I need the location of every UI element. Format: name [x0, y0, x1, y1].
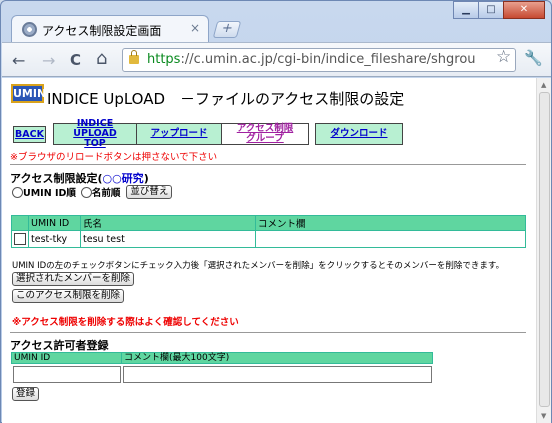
access-title-prefix: アクセス制限設定(: [10, 172, 103, 185]
minimize-button[interactable]: ▁: [453, 1, 479, 19]
project-name-link[interactable]: ○○研究: [102, 172, 143, 185]
header-name: 氏名: [80, 215, 256, 231]
forward-arrow-icon[interactable]: →: [42, 51, 55, 70]
back-link[interactable]: BACK: [13, 126, 46, 143]
sort-button[interactable]: 並び替え: [126, 185, 173, 199]
row-checkbox-cell: [11, 230, 29, 248]
comment-input[interactable]: [122, 366, 432, 383]
access-group-link[interactable]: アクセス制限 グループ: [221, 123, 309, 145]
sort-name-label: 名前順: [91, 188, 121, 199]
maximize-button[interactable]: □: [478, 1, 504, 19]
register-table-header: UMIN ID コメント欄(最大100文字): [11, 352, 433, 364]
lock-icon: [129, 50, 139, 64]
close-window-button[interactable]: ✕: [503, 1, 545, 19]
register-input-row: [12, 364, 433, 383]
row-umin-id: test-tky: [28, 230, 81, 248]
url-text: https://c.umin.ac.jp/cgi-bin/indice_file…: [147, 52, 476, 67]
delete-warning: ※アクセス制限を削除する際はよく確認してください: [12, 317, 239, 328]
reload-warning: ※ブラウザのリロードボタンは押さないで下さい: [10, 152, 218, 163]
header-umin-id: UMIN ID: [28, 215, 81, 231]
register-table: UMIN ID コメント欄(最大100文字): [11, 352, 433, 383]
register-button[interactable]: 登録: [12, 387, 40, 401]
delete-selected-button[interactable]: 選択されたメンバーを削除: [12, 272, 135, 286]
browser-toolbar: ← → C ⌂ https://c.umin.ac.jp/cgi-bin/ind…: [2, 42, 551, 77]
top-link-line1: INDICE UPLOAD: [73, 118, 117, 139]
home-icon[interactable]: ⌂: [96, 48, 107, 69]
bookmark-star-icon[interactable]: ☆: [496, 47, 511, 67]
register-header-comment: コメント欄(最大100文字): [121, 352, 433, 364]
register-title: アクセス許可者登録: [10, 339, 109, 352]
window-controls: ▁ □ ✕: [453, 1, 545, 19]
wrench-icon[interactable]: 🔧: [524, 49, 543, 67]
address-bar[interactable]: https://c.umin.ac.jp/cgi-bin/indice_file…: [122, 48, 516, 72]
download-link[interactable]: ダウンロード: [315, 123, 403, 145]
umin-id-input[interactable]: [12, 366, 121, 383]
sort-umin-label: UMIN ID順: [23, 188, 76, 199]
vertical-scrollbar[interactable]: ▲ ▼: [536, 78, 551, 423]
sort-name-radio[interactable]: [80, 186, 92, 198]
sort-umin-radio[interactable]: [12, 186, 23, 198]
member-table-header: UMIN ID 氏名 コメント欄: [11, 215, 526, 231]
delete-restriction-button[interactable]: このアクセス制限を削除: [12, 289, 125, 303]
umin-logo: UMIN: [11, 84, 46, 103]
member-table: UMIN ID 氏名 コメント欄 test-tky tesu test: [11, 215, 526, 248]
browser-tab[interactable]: アクセス制限設定画面 ×: [11, 15, 209, 42]
new-tab-button[interactable]: +: [212, 21, 242, 38]
divider: [10, 164, 526, 165]
row-comment: [255, 230, 526, 248]
page-content: UMIN INDICE UpLOAD －ファイルのアクセス制限の設定 BACK …: [2, 78, 551, 423]
url-rest: ://c.umin.ac.jp/cgi-bin/indice_fileshare…: [180, 52, 476, 67]
access-title-suffix: ): [143, 172, 149, 185]
sort-controls: UMIN ID順 名前順 並び替え: [12, 185, 173, 199]
row-name: tesu test: [80, 230, 256, 248]
url-scheme: https: [147, 52, 181, 67]
page-nav: BACK INDICE UPLOAD TOP アップロード アクセス制限 グループ …: [13, 119, 403, 149]
register-header-umin: UMIN ID: [11, 352, 122, 364]
back-arrow-icon[interactable]: ←: [12, 51, 25, 70]
page-favicon-icon: [22, 22, 37, 37]
divider: [10, 332, 526, 333]
access-setting-title: アクセス制限設定(○○研究): [10, 170, 149, 186]
group-link-line2: グループ: [246, 133, 284, 144]
header-checkbox-col: [11, 215, 29, 231]
top-link-line2: TOP: [84, 138, 106, 149]
scrollbar-thumb[interactable]: [539, 92, 550, 407]
upload-link[interactable]: アップロード: [136, 123, 222, 145]
page-title: INDICE UpLOAD －ファイルのアクセス制限の設定: [47, 90, 405, 108]
tab-title: アクセス制限設定画面: [42, 24, 162, 38]
browser-window: ▁ □ ✕ アクセス制限設定画面 × + ← → C ⌂ https://c.u…: [0, 0, 552, 423]
tab-close-icon[interactable]: ×: [190, 21, 200, 35]
reload-icon[interactable]: C: [70, 51, 81, 69]
row-checkbox[interactable]: [14, 233, 26, 245]
scroll-down-icon[interactable]: ▼: [541, 412, 546, 420]
scroll-up-icon[interactable]: ▲: [541, 81, 546, 89]
header-comment: コメント欄: [255, 215, 526, 231]
indice-upload-top-link[interactable]: INDICE UPLOAD TOP: [53, 119, 137, 149]
table-row: test-tky tesu test: [11, 230, 526, 248]
delete-instructions: UMIN IDの左のチェックボタンにチェック入力後「選択されたメンバーを削除」を…: [12, 261, 505, 271]
